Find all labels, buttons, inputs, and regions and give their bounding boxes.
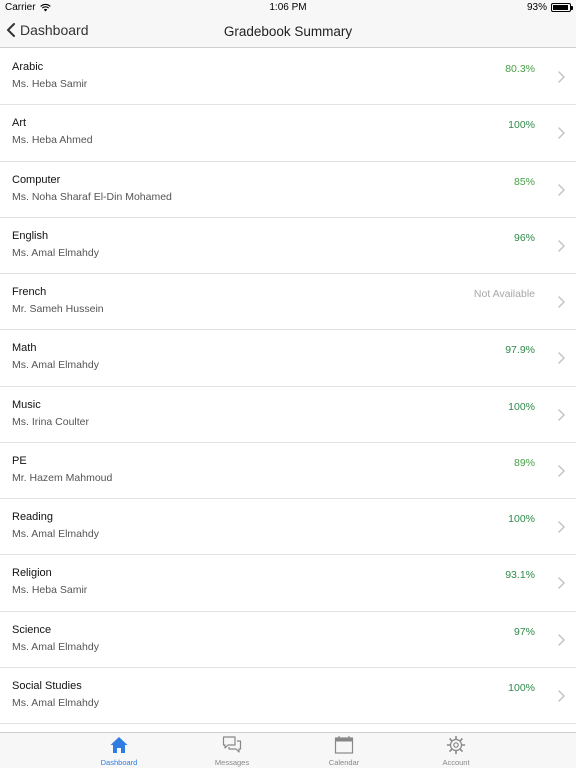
course-subject: Music [12,398,41,411]
chevron-right-icon [558,577,565,589]
course-grade: 100% [508,119,535,132]
gear-icon [446,735,466,755]
chevron-right-icon [558,465,565,477]
tab-label-messages: Messages [214,758,250,767]
course-row[interactable]: English Ms. Amal Elmahdy 96% [0,217,576,274]
course-row[interactable]: Religion Ms. Heba Samir 93.1% [0,555,576,612]
course-grade: 85% [513,175,535,188]
battery-icon [551,3,573,12]
course-subject: Art [12,117,27,130]
course-teacher: Ms. Heba Samir [12,78,88,90]
tab-account[interactable]: Account [426,735,486,767]
course-row[interactable]: French Mr. Sameh Hussein Not Available [0,274,576,331]
course-subject: Social Studies [12,679,82,692]
messages-icon [222,736,242,753]
course-row[interactable]: PE Mr. Hazem Mahmoud 89% [0,442,576,499]
course-teacher: Ms. Heba Ahmed [12,134,93,147]
course-row[interactable]: Arabic Ms. Heba Samir 80.3% [0,49,576,106]
course-row[interactable]: Art Ms. Heba Ahmed 100% [0,105,576,162]
course-teacher: Ms. Amal Elmahdy [12,246,99,259]
chevron-right-icon [558,296,565,308]
course-subject: Reading [12,511,53,523]
course-grade: 96% [513,231,535,244]
course-grade: 80.3% [505,63,535,75]
chevron-right-icon [558,127,565,139]
course-grade: 97.9% [505,344,535,357]
chevron-right-icon [558,240,565,252]
battery-percent: 93% [526,2,547,13]
course-grade: 93.1% [505,569,535,582]
course-subject: PE [12,454,27,467]
page-title: Gradebook Summary [223,24,353,39]
tab-messages[interactable]: Messages [202,735,262,767]
course-grade: 100% [508,513,535,525]
battery-tip [571,6,573,10]
chevron-right-icon [558,690,565,702]
course-subject: Religion [12,567,52,580]
course-grade: 89% [513,456,535,469]
course-teacher: Ms. Amal Elmahdy [12,640,99,653]
tab-dashboard[interactable]: Dashboard [89,735,149,767]
tab-calendar[interactable]: Calendar [314,735,374,767]
course-list: Arabic Ms. Heba Samir 80.3% Art Ms. Heba Ahm… [0,49,576,732]
status-time: 1:06 PM [269,2,307,13]
course-subject: Math [12,342,37,355]
status-right: 93% [526,2,573,13]
course-teacher: Ms. Heba Samir [12,584,88,597]
tab-label-account: Account [442,758,470,767]
chevron-right-icon [558,521,565,533]
tab-label-dashboard: Dashboard [100,758,138,767]
course-grade: 100% [508,681,535,694]
course-teacher: Ms. Amal Elmahdy [12,359,99,372]
course-row[interactable]: Social Studies Ms. Amal Elmahdy 100% [0,667,576,724]
chevron-right-icon [558,352,565,364]
battery-fill [553,5,568,10]
course-subject: Arabic [12,61,44,73]
course-row[interactable]: Science Ms. Amal Elmahdy 97% [0,611,576,668]
course-subject: Science [12,623,52,636]
course-teacher: Ms. Amal Elmahdy [12,528,99,540]
course-grade: Not Available [473,288,535,300]
chevron-right-icon [558,183,565,196]
course-subject: French [12,286,47,298]
course-subject: Computer [12,173,61,186]
course-row[interactable]: Reading Ms. Amal Elmahdy 100% [0,499,576,556]
tab-bar: Dashboard Messages Calendar Account [0,732,576,768]
tab-label-calendar: Calendar [328,758,360,767]
status-bar: Carrier 1:06 PM 93% [0,0,576,16]
course-subject: English [12,229,49,242]
chevron-right-icon [558,408,565,421]
course-row[interactable]: Music Ms. Irina Coulter 100% [0,386,576,443]
calendar-icon [334,736,354,754]
course-teacher: Mr. Hazem Mahmoud [12,471,113,484]
course-grade: 100% [508,400,535,413]
course-teacher: Ms. Noha Sharaf El-Din Mohamed [12,190,172,203]
home-icon [110,737,128,753]
course-row[interactable]: Computer Ms. Noha Sharaf El-Din Mohamed 85… [0,161,576,218]
chevron-right-icon [558,71,565,83]
course-grade: 97% [513,625,535,638]
course-teacher: Ms. Irina Coulter [12,415,90,428]
course-teacher: Ms. Amal Elmahdy [12,696,99,709]
navigation-bar: Dashboard Gradebook Summary [0,16,576,48]
course-row[interactable]: Math Ms. Amal Elmahdy 97.9% [0,330,576,387]
course-teacher: Mr. Sameh Hussein [12,303,104,315]
chevron-right-icon [558,633,565,646]
